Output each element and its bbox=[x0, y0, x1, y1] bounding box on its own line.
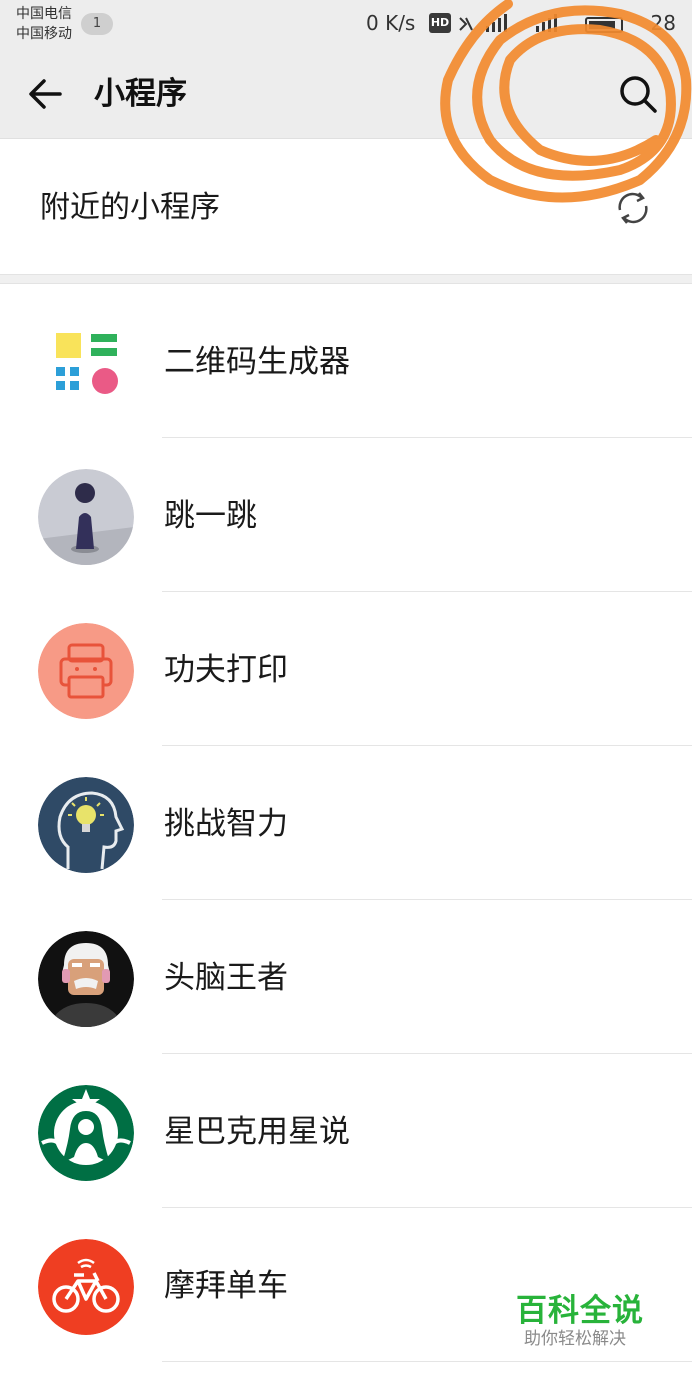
refresh-button[interactable] bbox=[612, 188, 654, 228]
list-item[interactable]: 头脑王者 bbox=[0, 900, 692, 1054]
list-item[interactable]: 功夫打印 bbox=[0, 592, 692, 746]
watermark-title: 百科全说 bbox=[516, 1293, 644, 1329]
qr-generator-icon bbox=[38, 315, 134, 411]
app-name: 跳一跳 bbox=[164, 498, 257, 534]
carrier-label-1: 中国电信 bbox=[16, 6, 72, 22]
jump-game-icon bbox=[38, 469, 134, 565]
app-name: 二维码生成器 bbox=[164, 344, 350, 380]
search-icon bbox=[620, 76, 657, 113]
list-item[interactable]: 挑战智力 bbox=[0, 746, 692, 900]
old-man-icon bbox=[38, 931, 134, 1027]
section-gap bbox=[0, 274, 692, 284]
signal-icons bbox=[456, 12, 646, 36]
back-button[interactable] bbox=[24, 74, 68, 114]
mini-program-list: 二维码生成器 跳一跳 功夫打印 挑战智力 头脑王者 星巴克用星说 摩拜单车 bbox=[0, 284, 692, 1362]
printer-icon bbox=[38, 623, 134, 719]
starbucks-icon bbox=[38, 1085, 134, 1181]
status-bar: 中国电信 中国移动 1 0 K/s HD 28 bbox=[0, 0, 692, 50]
clock: 28 bbox=[650, 11, 676, 35]
arrow-left-icon bbox=[29, 79, 62, 109]
app-name: 功夫打印 bbox=[164, 652, 288, 688]
watermark-subtitle: 助你轻松解决 bbox=[524, 1329, 626, 1349]
bike-icon bbox=[38, 1239, 134, 1335]
divider bbox=[162, 1361, 692, 1362]
app-name: 星巴克用星说 bbox=[164, 1114, 350, 1150]
page-title: 小程序 bbox=[94, 76, 187, 112]
app-name: 挑战智力 bbox=[164, 806, 288, 842]
network-speed: 0 K/s bbox=[366, 11, 416, 35]
list-item[interactable]: 星巴克用星说 bbox=[0, 1054, 692, 1208]
app-name: 头脑王者 bbox=[164, 960, 288, 996]
search-button[interactable] bbox=[614, 70, 662, 118]
list-item[interactable]: 跳一跳 bbox=[0, 438, 692, 592]
app-name: 摩拜单车 bbox=[164, 1268, 288, 1304]
refresh-icon bbox=[618, 192, 648, 224]
hd-icon: HD bbox=[429, 13, 451, 33]
app-header: 小程序 bbox=[0, 50, 692, 139]
list-item[interactable]: 二维码生成器 bbox=[0, 284, 692, 438]
carrier-label-2: 中国移动 bbox=[16, 26, 72, 42]
notification-badge: 1 bbox=[81, 13, 113, 35]
watermark: 百科全说 助你轻松解决 bbox=[500, 1288, 660, 1358]
nearby-label: 附近的小程序 bbox=[40, 190, 220, 225]
nearby-mini-programs-row[interactable]: 附近的小程序 bbox=[0, 140, 692, 274]
brain-bulb-icon bbox=[38, 777, 134, 873]
